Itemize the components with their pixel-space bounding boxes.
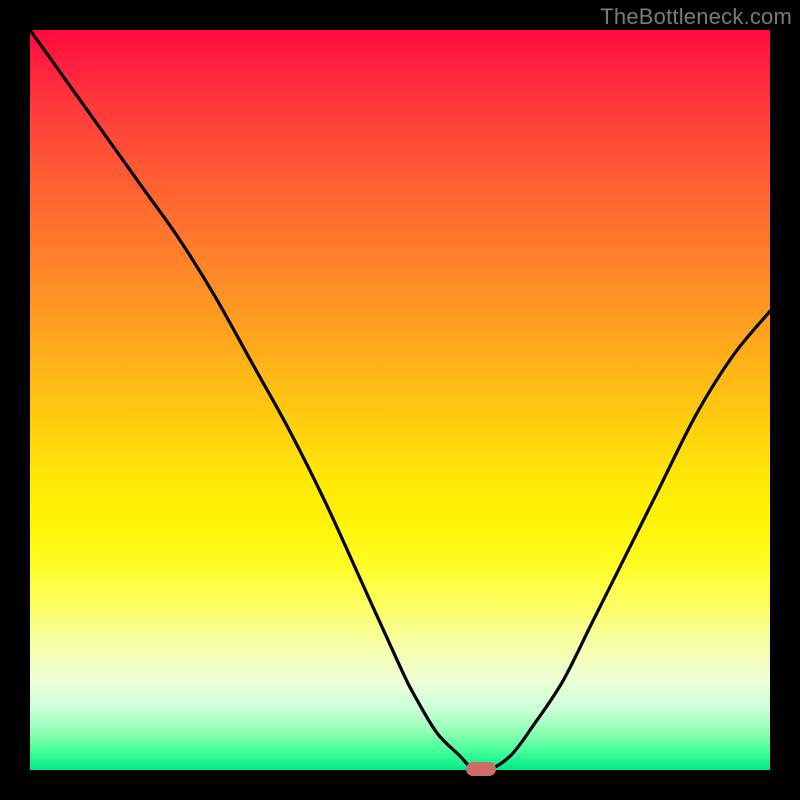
chart-frame: TheBottleneck.com [0,0,800,800]
bottleneck-marker [466,762,496,776]
bottleneck-curve-path [30,30,770,772]
plot-area [30,30,770,770]
curve-svg [30,30,770,770]
watermark-text: TheBottleneck.com [600,4,792,30]
